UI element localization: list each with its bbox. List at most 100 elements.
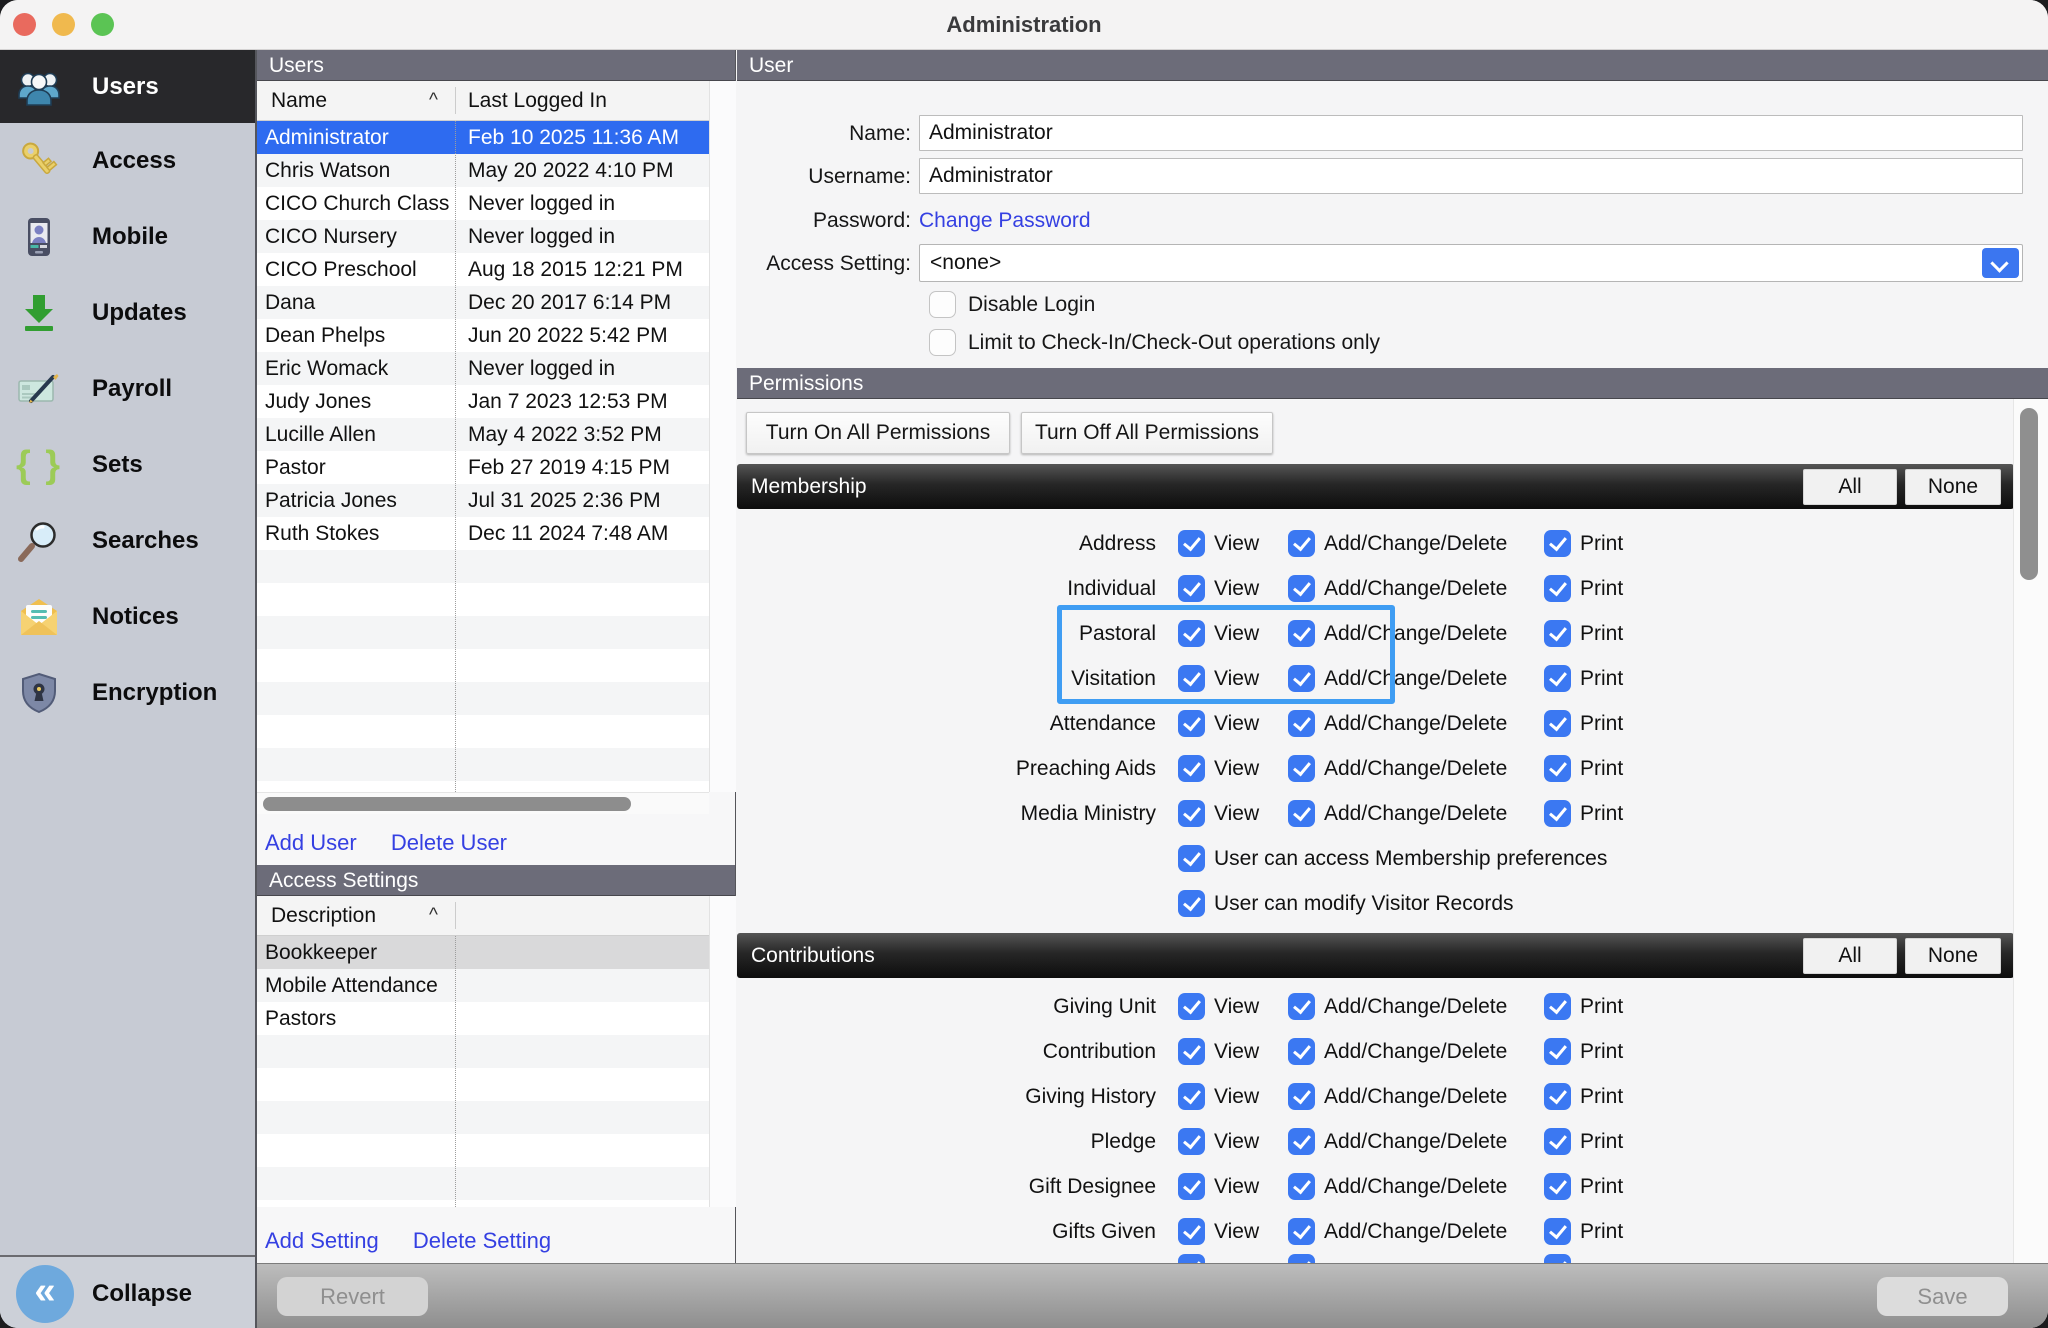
view-checkbox[interactable] <box>1178 755 1205 782</box>
all-button[interactable]: All <box>1803 938 1897 974</box>
access-setting-row[interactable]: Mobile Attendance <box>257 969 709 1002</box>
access-setting-row[interactable]: Bookkeeper <box>257 936 709 969</box>
view-checkbox[interactable] <box>1178 1218 1205 1245</box>
add-change-delete-checkbox[interactable] <box>1288 1218 1315 1245</box>
option-checkbox[interactable] <box>1178 890 1205 917</box>
user-row[interactable]: CICO NurseryNever logged in <box>257 220 709 253</box>
delete-setting-link[interactable]: Delete Setting <box>413 1228 551 1253</box>
view-checkbox[interactable] <box>1178 1128 1205 1155</box>
add-change-delete-checkbox[interactable] <box>1288 620 1315 647</box>
print-checkbox[interactable] <box>1544 710 1571 737</box>
sidebar-item-users[interactable]: Users <box>0 50 255 123</box>
view-checkbox[interactable] <box>1178 575 1205 602</box>
access-setting-row[interactable]: Pastors <box>257 1002 709 1035</box>
print-checkbox[interactable] <box>1544 1038 1571 1065</box>
print-checkbox[interactable] <box>1544 1128 1571 1155</box>
turn-off-all-permissions-button[interactable]: Turn Off All Permissions <box>1021 412 1273 454</box>
print-checkbox[interactable] <box>1544 1218 1571 1245</box>
user-row[interactable]: Patricia JonesJul 31 2025 2:36 PM <box>257 484 709 517</box>
disable-login-checkbox[interactable] <box>929 291 956 318</box>
view-checkbox[interactable] <box>1178 665 1205 692</box>
change-password-link[interactable]: Change Password <box>919 209 1091 233</box>
turn-on-all-permissions-button[interactable]: Turn On All Permissions <box>746 412 1010 454</box>
dropdown-button[interactable] <box>1982 248 2019 278</box>
column-divider[interactable] <box>455 87 456 114</box>
print-checkbox[interactable] <box>1544 993 1571 1020</box>
all-button[interactable]: All <box>1803 469 1897 505</box>
users-table-header[interactable]: Name ^ Last Logged In <box>257 81 736 121</box>
user-row[interactable]: Dean PhelpsJun 20 2022 5:42 PM <box>257 319 709 352</box>
clipped-row-checkbox[interactable] <box>1288 1254 1315 1263</box>
print-checkbox[interactable] <box>1544 665 1571 692</box>
print-checkbox[interactable] <box>1544 800 1571 827</box>
add-change-delete-checkbox[interactable] <box>1288 755 1315 782</box>
limit-checkin-checkbox[interactable] <box>929 329 956 356</box>
name-input[interactable] <box>919 115 2023 151</box>
add-change-delete-checkbox[interactable] <box>1288 993 1315 1020</box>
description-column-header[interactable]: Description <box>271 896 376 936</box>
access-setting-dropdown[interactable]: <none> <box>919 244 2023 282</box>
user-row[interactable]: Judy JonesJan 7 2023 12:53 PM <box>257 385 709 418</box>
user-row[interactable]: DanaDec 20 2017 6:14 PM <box>257 286 709 319</box>
user-row[interactable]: Lucille AllenMay 4 2022 3:52 PM <box>257 418 709 451</box>
user-row[interactable]: CICO Church ClassNever logged in <box>257 187 709 220</box>
view-checkbox[interactable] <box>1178 800 1205 827</box>
delete-user-link[interactable]: Delete User <box>391 830 507 855</box>
print-checkbox[interactable] <box>1544 755 1571 782</box>
add-change-delete-checkbox[interactable] <box>1288 710 1315 737</box>
add-change-delete-checkbox[interactable] <box>1288 575 1315 602</box>
collapse-chevrons-icon[interactable]: « <box>16 1265 74 1323</box>
sidebar-item-updates[interactable]: Updates <box>0 275 255 351</box>
sidebar-item-encryption[interactable]: Encryption <box>0 655 255 731</box>
revert-button[interactable]: Revert <box>277 1277 428 1316</box>
add-change-delete-checkbox[interactable] <box>1288 530 1315 557</box>
add-user-link[interactable]: Add User <box>265 830 357 855</box>
clipped-row-checkbox[interactable] <box>1178 1254 1205 1263</box>
access-settings-table-header[interactable]: Description ^ <box>257 896 736 936</box>
user-row[interactable]: Chris WatsonMay 20 2022 4:10 PM <box>257 154 709 187</box>
name-column-header[interactable]: Name <box>271 81 327 121</box>
user-row[interactable]: Eric WomackNever logged in <box>257 352 709 385</box>
vertical-scrollbar-thumb[interactable] <box>2020 408 2038 580</box>
add-setting-link[interactable]: Add Setting <box>265 1228 379 1253</box>
add-change-delete-checkbox[interactable] <box>1288 800 1315 827</box>
add-change-delete-checkbox[interactable] <box>1288 1083 1315 1110</box>
clipped-row-checkbox[interactable] <box>1544 1254 1571 1263</box>
view-checkbox[interactable] <box>1178 1038 1205 1065</box>
user-row[interactable]: CICO PreschoolAug 18 2015 12:21 PM <box>257 253 709 286</box>
sidebar-item-payroll[interactable]: Payroll <box>0 351 255 427</box>
sidebar-item-searches[interactable]: Searches <box>0 503 255 579</box>
none-button[interactable]: None <box>1905 938 2001 974</box>
sidebar-item-mobile[interactable]: Mobile <box>0 199 255 275</box>
view-checkbox[interactable] <box>1178 1083 1205 1110</box>
user-row[interactable]: Ruth StokesDec 11 2024 7:48 AM <box>257 517 709 550</box>
horizontal-scrollbar-thumb[interactable] <box>263 797 631 811</box>
print-checkbox[interactable] <box>1544 1173 1571 1200</box>
view-checkbox[interactable] <box>1178 620 1205 647</box>
print-checkbox[interactable] <box>1544 1083 1571 1110</box>
print-checkbox[interactable] <box>1544 530 1571 557</box>
last-logged-in-column-header[interactable]: Last Logged In <box>468 81 607 121</box>
none-button[interactable]: None <box>1905 469 2001 505</box>
user-row[interactable]: PastorFeb 27 2019 4:15 PM <box>257 451 709 484</box>
save-button[interactable]: Save <box>1877 1277 2008 1316</box>
add-change-delete-checkbox[interactable] <box>1288 665 1315 692</box>
username-input[interactable] <box>919 158 2023 194</box>
view-checkbox[interactable] <box>1178 993 1205 1020</box>
add-change-delete-checkbox[interactable] <box>1288 1173 1315 1200</box>
sidebar-item-notices[interactable]: Notices <box>0 579 255 655</box>
column-divider[interactable] <box>455 902 456 929</box>
add-change-delete-checkbox[interactable] <box>1288 1038 1315 1065</box>
horizontal-scrollbar[interactable] <box>257 792 709 814</box>
user-row[interactable]: AdministratorFeb 10 2025 11:36 AM <box>257 121 709 154</box>
add-change-delete-checkbox[interactable] <box>1288 1128 1315 1155</box>
collapse-row[interactable]: « Collapse <box>0 1257 255 1328</box>
sidebar-item-sets[interactable]: { }Sets <box>0 427 255 503</box>
view-checkbox[interactable] <box>1178 1173 1205 1200</box>
sidebar-item-access[interactable]: Access <box>0 123 255 199</box>
view-checkbox[interactable] <box>1178 530 1205 557</box>
print-checkbox[interactable] <box>1544 620 1571 647</box>
view-checkbox[interactable] <box>1178 710 1205 737</box>
print-checkbox[interactable] <box>1544 575 1571 602</box>
option-checkbox[interactable] <box>1178 845 1205 872</box>
